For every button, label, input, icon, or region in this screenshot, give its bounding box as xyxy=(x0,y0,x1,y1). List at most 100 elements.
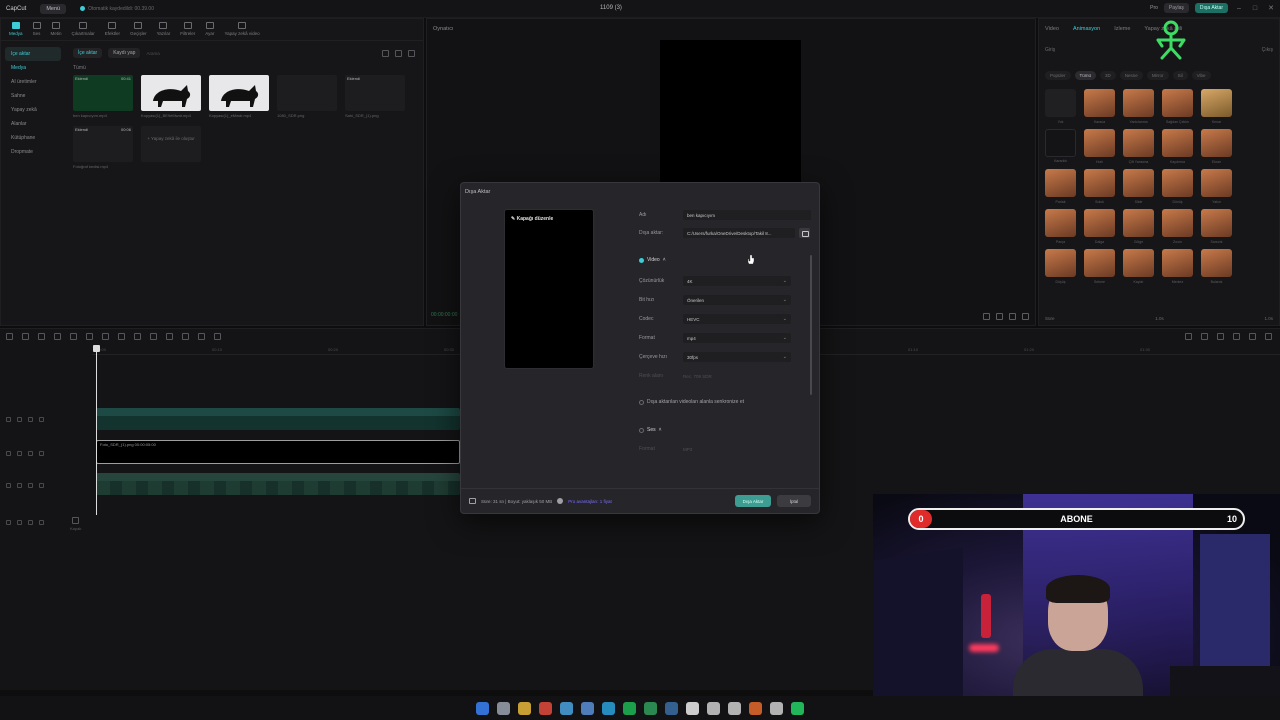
media-thumbnail[interactable] xyxy=(141,75,201,111)
media-item[interactable]: Kopyası(1)_BE9eMwdr.mp4 xyxy=(141,75,201,118)
split-left-icon[interactable] xyxy=(70,333,77,340)
freeze-icon[interactable] xyxy=(134,333,141,340)
animation-preset[interactable]: Kaydır xyxy=(1123,249,1154,284)
link-icon[interactable] xyxy=(1201,333,1208,340)
animation-preset[interactable]: Düşüş xyxy=(1045,249,1076,284)
media-tab-7[interactable]: Filtreler xyxy=(180,22,195,37)
framerate-select[interactable]: 30fps ⌄ xyxy=(683,352,791,362)
animation-preset[interactable]: Parlak xyxy=(1045,169,1076,204)
whatsapp-icon[interactable] xyxy=(791,701,804,715)
details-tab[interactable]: Animasyon xyxy=(1073,26,1100,32)
media-thumbnail[interactable] xyxy=(209,75,269,111)
folder-icon[interactable] xyxy=(799,228,810,238)
undo-icon[interactable] xyxy=(22,333,29,340)
crop-icon[interactable] xyxy=(983,313,990,320)
media-sidebar-item[interactable]: Sahne xyxy=(5,89,61,103)
split-right-icon[interactable] xyxy=(86,333,93,340)
cancel-button[interactable]: İptal xyxy=(777,495,811,507)
eye-icon[interactable] xyxy=(17,451,22,456)
menu-button[interactable]: Menü xyxy=(40,3,67,14)
media-item[interactable]: + Yapay zekâ ile oluştur xyxy=(141,126,201,169)
media-tab-2[interactable]: Metin xyxy=(51,22,62,37)
media-search-input[interactable]: Arama xyxy=(146,51,376,56)
fullscreen-icon[interactable] xyxy=(1022,313,1029,320)
edit-cover-button[interactable]: ✎ Kapağı düzenle xyxy=(511,216,553,222)
media-thumbnail[interactable]: Eklendi 00:41 xyxy=(73,75,133,111)
media-thumbnail[interactable]: Eklendi xyxy=(345,75,405,111)
more-icon[interactable] xyxy=(39,417,44,422)
animation-preset[interactable]: Soluk xyxy=(1084,169,1115,204)
media-tab-0[interactable]: Medya xyxy=(9,22,23,37)
grid-view-icon[interactable] xyxy=(382,49,389,57)
share-button[interactable]: Paylaş xyxy=(1163,3,1189,13)
animation-preset[interactable]: Sağdan Çekim xyxy=(1162,89,1193,124)
minimize-icon[interactable]: – xyxy=(1234,5,1244,12)
file-explorer-icon[interactable] xyxy=(518,701,531,715)
more-icon[interactable] xyxy=(39,483,44,488)
media-tab-4[interactable]: Efektler xyxy=(105,22,120,37)
rotate-icon[interactable] xyxy=(166,333,173,340)
resolution-select[interactable]: 4K ⌄ xyxy=(683,276,791,286)
zoom-out-icon[interactable] xyxy=(1249,333,1256,340)
filter-icon[interactable] xyxy=(408,49,415,57)
record-button[interactable]: Kaydı yap xyxy=(108,48,141,58)
animation-preset[interactable]: Hızlı xyxy=(1084,129,1115,164)
steam-icon[interactable] xyxy=(665,701,678,715)
format-select[interactable]: mp4 ⌄ xyxy=(683,333,791,343)
xbox-icon[interactable] xyxy=(728,701,741,715)
audio-icon[interactable] xyxy=(28,520,33,525)
mail-icon[interactable] xyxy=(770,701,783,715)
media-sidebar-item[interactable]: Alanlar xyxy=(5,117,61,131)
audio-icon[interactable] xyxy=(28,417,33,422)
animation-preset[interactable]: Karanlık xyxy=(1045,129,1076,163)
import-button[interactable]: İçe aktar xyxy=(73,48,103,58)
maximize-icon[interactable]: □ xyxy=(1250,5,1260,12)
playhead[interactable] xyxy=(93,345,100,515)
chrome-icon[interactable] xyxy=(539,701,552,715)
audio-icon[interactable] xyxy=(28,483,33,488)
search-icon[interactable] xyxy=(497,701,510,715)
edge-icon[interactable] xyxy=(560,701,573,715)
close-icon[interactable]: ✕ xyxy=(1266,4,1276,12)
sync-option[interactable]: Dışa aktarılan videoları alanla senkroni… xyxy=(639,399,744,405)
audio-section-header[interactable]: Ses ˄ xyxy=(639,427,662,433)
animation-preset[interactable]: Dalga xyxy=(1084,209,1115,244)
cover-button[interactable]: Kapak xyxy=(70,517,81,531)
animation-in-tab[interactable]: Giriş xyxy=(1045,47,1055,53)
animation-preset[interactable]: Slide xyxy=(1123,169,1154,204)
timeline-clip-main[interactable]: ben kapıcıyım.mp4 00:00:41:00 xyxy=(96,473,460,495)
media-tab-9[interactable]: Yapay zekâ video xyxy=(224,22,260,37)
lock-icon[interactable] xyxy=(6,417,11,422)
animation-preset[interactable]: Kaydırma xyxy=(1162,129,1193,164)
auto-cut-icon[interactable] xyxy=(198,333,205,340)
media-item[interactable]: 1080_SDR.png xyxy=(277,75,337,118)
animation-preset[interactable]: Bulanık xyxy=(1201,249,1232,284)
animation-filter[interactable]: 3D xyxy=(1100,71,1116,80)
dialog-scrollbar[interactable] xyxy=(810,255,812,395)
ratio-icon[interactable] xyxy=(996,313,1003,320)
marker-icon[interactable] xyxy=(118,333,125,340)
animation-preset[interactable]: Karaca xyxy=(1084,89,1115,124)
sync-checkbox[interactable] xyxy=(639,399,644,405)
animation-preset[interactable]: Yankılanma xyxy=(1123,89,1154,124)
crop-tool-icon[interactable] xyxy=(182,333,189,340)
preview-axis-icon[interactable] xyxy=(1233,333,1240,340)
media-sidebar-item[interactable]: AI üretimler xyxy=(5,75,61,89)
delete-icon[interactable] xyxy=(102,333,109,340)
video-section-header[interactable]: Video ˄ xyxy=(639,257,666,263)
select-tool-icon[interactable] xyxy=(6,333,13,340)
pro-benefits-link[interactable]: Pro avantajları: 1 fiyat xyxy=(568,499,612,504)
windows-start-icon[interactable] xyxy=(476,701,489,715)
animation-preset[interactable]: Yakın xyxy=(1201,169,1232,204)
media-sidebar-item[interactable]: Dropmate xyxy=(5,145,61,159)
photos-icon[interactable] xyxy=(581,701,594,715)
media-sidebar-item[interactable]: Kütüphane xyxy=(5,131,61,145)
animation-filter[interactable]: Vibe xyxy=(1191,71,1211,80)
animation-filter[interactable]: Tümü xyxy=(1074,71,1097,80)
media-thumbnail[interactable]: + Yapay zekâ ile oluştur xyxy=(141,126,201,162)
ai-edit-icon[interactable] xyxy=(214,333,221,340)
animation-out-tab[interactable]: Çıkış xyxy=(1262,47,1273,53)
eye-icon[interactable] xyxy=(17,417,22,422)
media-thumbnail[interactable] xyxy=(277,75,337,111)
media-tab-3[interactable]: Çıkartmalar xyxy=(72,22,95,37)
